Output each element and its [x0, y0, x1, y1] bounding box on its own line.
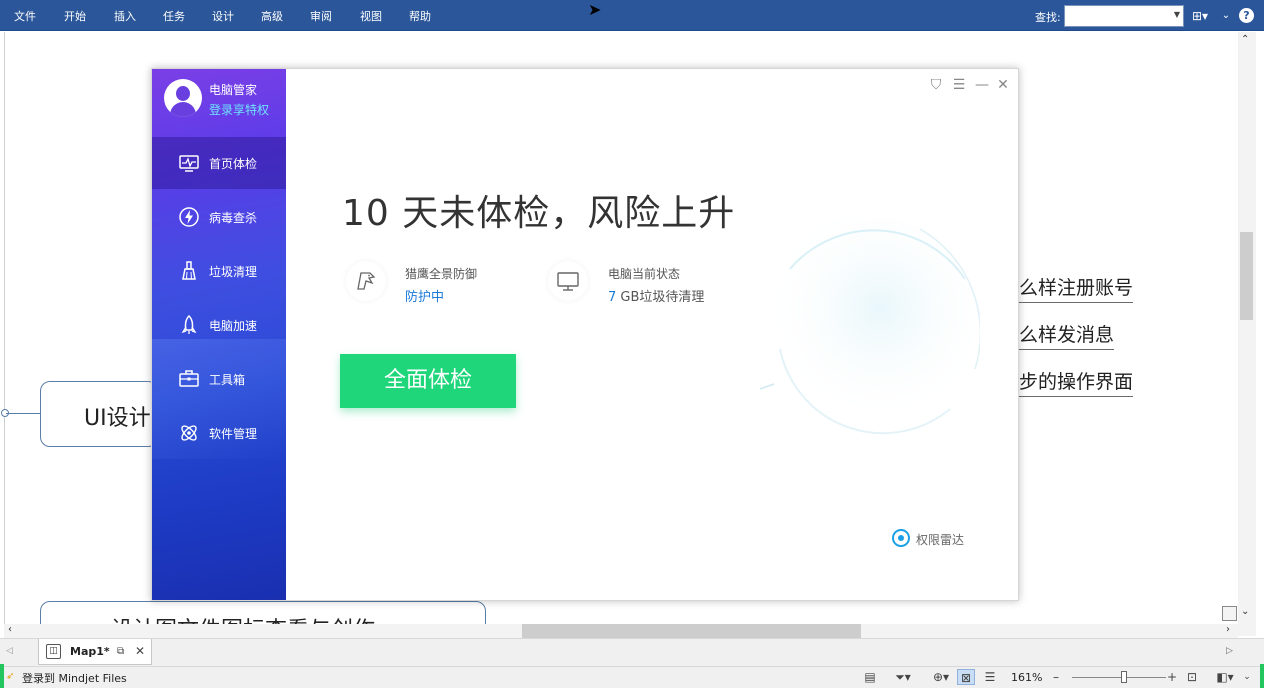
lightning-icon	[179, 207, 199, 227]
add-topic-icon[interactable]: ⊕▾	[929, 669, 953, 685]
window-edge-highlight	[0, 664, 4, 688]
search-dropdown-icon[interactable]: ▼	[1174, 10, 1180, 19]
horizontal-scroll-thumb[interactable]	[522, 624, 861, 638]
close-icon[interactable]: ✕	[995, 77, 1011, 93]
minimize-icon[interactable]: —	[974, 77, 990, 93]
sidebar-item-virus-scan[interactable]: 病毒查杀	[152, 191, 286, 243]
page-title: 10 天未体检，风险上升	[342, 193, 736, 234]
map-view-icon[interactable]: ⊠	[957, 669, 975, 685]
outline-view-icon[interactable]: ☰	[981, 669, 999, 685]
map-document-icon: ◫	[46, 644, 61, 659]
junk-size-value: 7	[608, 290, 617, 305]
layout-grid-icon[interactable]: ⊞▾	[1187, 7, 1213, 25]
stat-icon-wrapper	[346, 261, 386, 301]
zoom-slider-thumb[interactable]	[1121, 671, 1127, 683]
sidebar-item-label: 首页体检	[209, 157, 258, 171]
connector-line	[6, 413, 40, 414]
avatar[interactable]	[164, 79, 202, 117]
brand-text: 权限雷达	[916, 533, 965, 547]
window-edge-highlight	[1260, 664, 1264, 688]
menu-icon[interactable]: ☰	[951, 77, 967, 93]
notes-icon[interactable]: ▤	[861, 669, 879, 685]
sidebar-item-label: 垃圾清理	[209, 265, 258, 279]
mouse-cursor-icon: ➤	[588, 0, 602, 19]
avatar-head	[176, 86, 190, 101]
scroll-up-icon[interactable]: ⌃	[1241, 34, 1249, 45]
toolbox-icon	[179, 370, 199, 387]
document-tab-strip	[0, 638, 1264, 666]
zoom-out-icon[interactable]: –	[1053, 670, 1059, 684]
eagle-icon	[357, 272, 376, 290]
sidebar-item-toolbox[interactable]: 工具箱	[152, 353, 286, 405]
skin-shirt-icon[interactable]: ⛉	[928, 77, 944, 93]
stat-title: 电脑当前状态	[608, 267, 681, 281]
vertical-scroll-thumb[interactable]	[1240, 232, 1253, 320]
protection-status[interactable]: 防护中	[405, 286, 444, 305]
sidebar-item-label: 电脑加速	[209, 319, 258, 333]
sidebar-item-label: 工具箱	[209, 373, 246, 387]
full-checkup-button[interactable]: 全面体检	[340, 354, 516, 408]
sidebar-item-software[interactable]: 软件管理	[152, 407, 286, 459]
app-name: 电脑管家	[209, 83, 258, 97]
sidebar-item-junk-clean[interactable]: 垃圾清理	[152, 245, 286, 297]
sidebar-item-speedup[interactable]: 电脑加速	[152, 299, 286, 351]
menu-start[interactable]: 开始	[64, 9, 86, 25]
mindjet-files-icon: ➶	[6, 671, 15, 682]
fit-map-icon[interactable]: ⊡	[1183, 669, 1201, 685]
login-privilege-link[interactable]: 登录享特权	[209, 101, 269, 118]
menu-design[interactable]: 设计	[212, 9, 234, 25]
sidebar-item-label: 软件管理	[209, 427, 258, 441]
menu-view[interactable]: 视图	[360, 9, 382, 25]
subtopic-register[interactable]: 怎么样注册账号	[1000, 273, 1134, 303]
close-icon[interactable]: ✕	[135, 644, 145, 658]
tab-scroll-right-icon[interactable]: ▷	[1226, 646, 1233, 656]
monitor-pulse-icon	[179, 155, 199, 172]
pc-manager-window: 电脑管家 登录享特权 首页体检 病毒查杀 垃圾清理 电脑加速 工具箱 软件管理 …	[151, 68, 1019, 601]
radar-logo-icon	[892, 529, 910, 547]
stat-title: 猎鹰全景防御	[405, 267, 478, 281]
search-input[interactable]: ▼	[1064, 5, 1184, 27]
sidebar-item-label: 病毒查杀	[209, 211, 258, 225]
radar-logo-dot	[898, 535, 904, 541]
tab-label[interactable]: Map1*	[70, 645, 110, 658]
scroll-left-icon[interactable]: ‹	[8, 624, 12, 635]
stat-icon-wrapper	[548, 261, 588, 301]
junk-size-text: GB垃圾待清理	[620, 290, 705, 305]
chevron-down-icon[interactable]: ⌄	[1219, 7, 1233, 25]
overview-button[interactable]	[1222, 606, 1237, 621]
menu-task[interactable]: 任务	[163, 9, 185, 25]
float-window-icon[interactable]: ⧉	[117, 646, 124, 657]
login-mindjet-files[interactable]: 登录到 Mindjet Files	[22, 670, 127, 686]
junk-status[interactable]: 7 GB垃圾待清理	[608, 286, 704, 305]
zoom-in-icon[interactable]: +	[1167, 670, 1177, 684]
menu-help[interactable]: 帮助	[409, 9, 431, 25]
tab-scroll-left-icon[interactable]: ◁	[6, 646, 13, 656]
help-icon[interactable]: ?	[1239, 8, 1254, 23]
monitor-icon	[557, 272, 579, 291]
scroll-down-icon[interactable]: ⌄	[1241, 606, 1249, 617]
sidebar: 电脑管家 登录享特权 首页体检 病毒查杀 垃圾清理 电脑加速 工具箱 软件管理	[152, 69, 286, 600]
sidebar-item-home-checkup[interactable]: 首页体检	[152, 137, 286, 189]
filter-icon[interactable]: ⏷▾	[891, 669, 915, 685]
central-topic-text: UI设计	[84, 406, 151, 431]
menu-review[interactable]: 审阅	[310, 9, 332, 25]
vertical-scrollbar[interactable]	[1238, 32, 1256, 636]
apps-icon	[181, 425, 197, 441]
menu-insert[interactable]: 插入	[114, 9, 136, 25]
zoom-level: 161%	[1011, 671, 1043, 684]
search-label: 查找:	[1035, 11, 1061, 24]
menu-advanced[interactable]: 高级	[261, 9, 283, 25]
layout-panel-icon[interactable]: ◧▾	[1212, 669, 1238, 685]
menu-file[interactable]: 文件	[14, 9, 36, 25]
avatar-body	[170, 102, 196, 117]
radar-decoration	[759, 214, 980, 435]
status-chevron-icon[interactable]: ⌄	[1240, 669, 1254, 685]
scroll-right-icon[interactable]: ›	[1226, 624, 1230, 635]
broom-icon	[182, 261, 196, 280]
rocket-icon	[181, 314, 197, 334]
zoom-slider[interactable]	[1072, 677, 1166, 678]
